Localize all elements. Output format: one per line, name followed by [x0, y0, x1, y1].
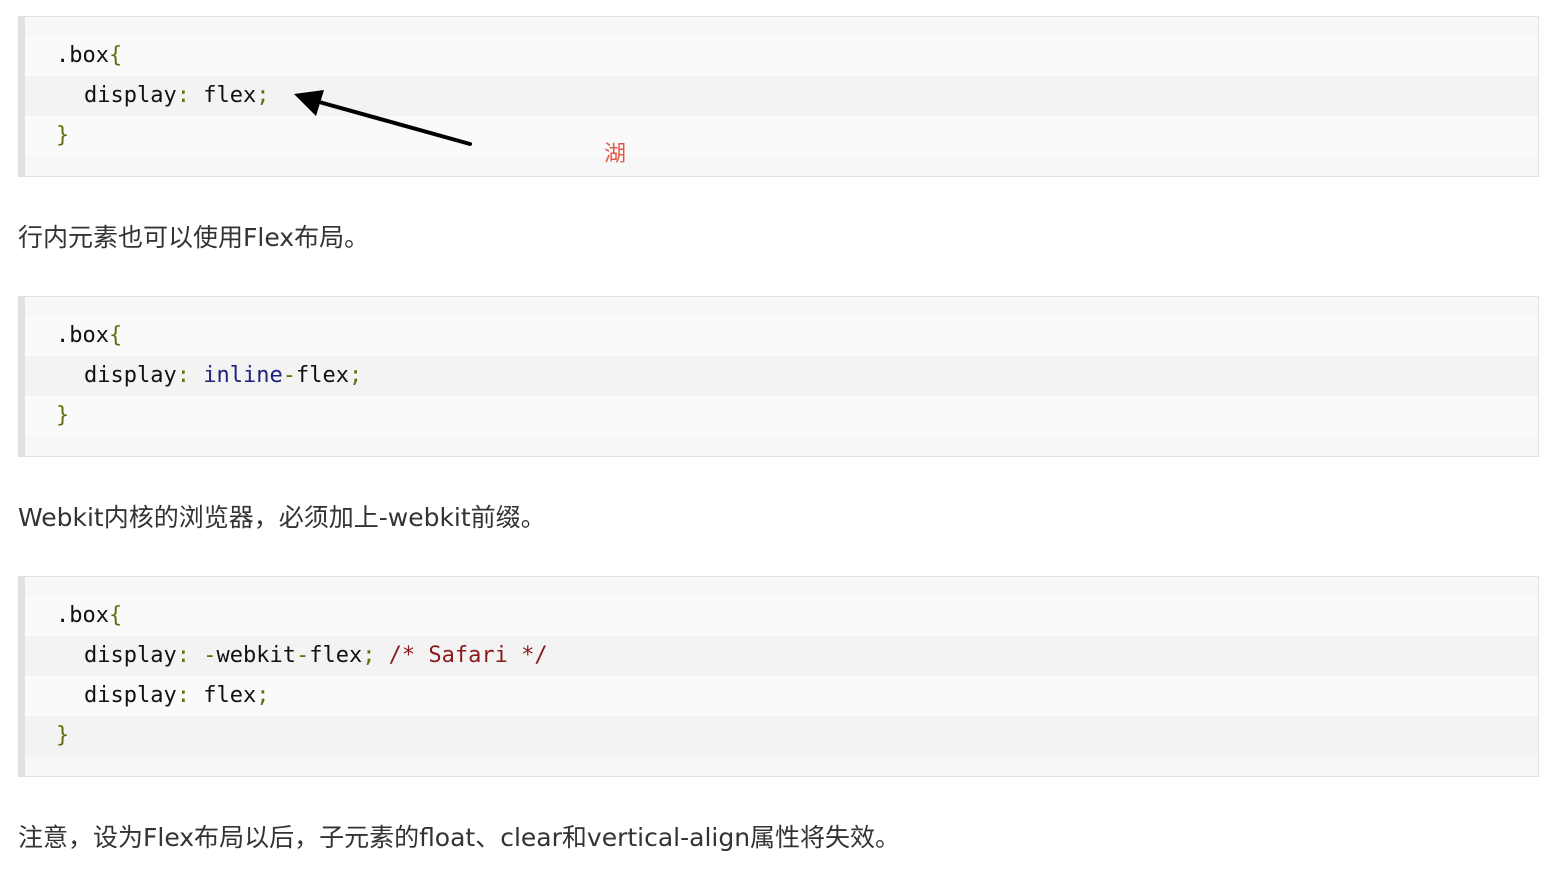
code-block-1: .box{display: flex;} [18, 16, 1539, 177]
code-token: } [56, 123, 70, 148]
code-line: .box{ [25, 36, 1538, 76]
code-token: display [84, 643, 177, 668]
code-token: - [282, 363, 296, 388]
code-token: .box [56, 43, 109, 68]
code-token: : [176, 83, 190, 108]
code-token: { [108, 603, 123, 628]
code-token: : [176, 683, 190, 708]
code-line: display: flex; [25, 76, 1538, 116]
code-token: } [56, 403, 70, 428]
code-token: { [108, 43, 123, 68]
code-line: display: inline-flex; [25, 356, 1538, 396]
code-line: } [25, 116, 1538, 156]
code-token: ; [362, 643, 376, 668]
code-token: flex [309, 643, 363, 668]
code-line: display: flex; [25, 676, 1538, 716]
code-line: .box{ [25, 596, 1538, 636]
code-token: display [84, 363, 177, 388]
code-token: ; [348, 363, 363, 388]
code-line: .box{ [25, 316, 1538, 356]
code-token: flex [189, 683, 257, 708]
code-token: : [176, 643, 190, 668]
code-line: } [25, 716, 1538, 756]
code-token: : [176, 363, 190, 388]
code-token: ; [256, 83, 270, 108]
code-token: inline [203, 363, 283, 388]
code-token: /* Safari */ [375, 643, 548, 668]
paragraph-webkit-prefix: Webkit内核的浏览器，必须加上-webkit前缀。 [18, 503, 546, 532]
arrow-icon [294, 90, 472, 146]
code-token: .box [56, 603, 109, 628]
code-token: flex [189, 83, 257, 108]
code-line: } [25, 396, 1538, 436]
paragraph-flex-note: 注意，设为Flex布局以后，子元素的float、clear和vertical-a… [18, 823, 901, 852]
code-token: - [203, 643, 217, 668]
code-block-2: .box{display: inline-flex;} [18, 296, 1539, 457]
code-block-3: .box{display: -webkit-flex; /* Safari */… [18, 576, 1539, 777]
code-token: - [295, 643, 310, 668]
code-token: { [108, 323, 123, 348]
code-token: webkit [216, 643, 296, 668]
code-token: } [56, 723, 70, 748]
code-token: ; [256, 683, 270, 708]
code-token: display [84, 83, 177, 108]
code-token: .box [56, 323, 109, 348]
code-token: flex [295, 363, 349, 388]
paragraph-inline-flex: 行内元素也可以使用Flex布局。 [18, 223, 370, 252]
watermark-text: 湖 [604, 142, 627, 167]
code-line: display: -webkit-flex; /* Safari */ [25, 636, 1538, 676]
code-token: display [84, 683, 177, 708]
